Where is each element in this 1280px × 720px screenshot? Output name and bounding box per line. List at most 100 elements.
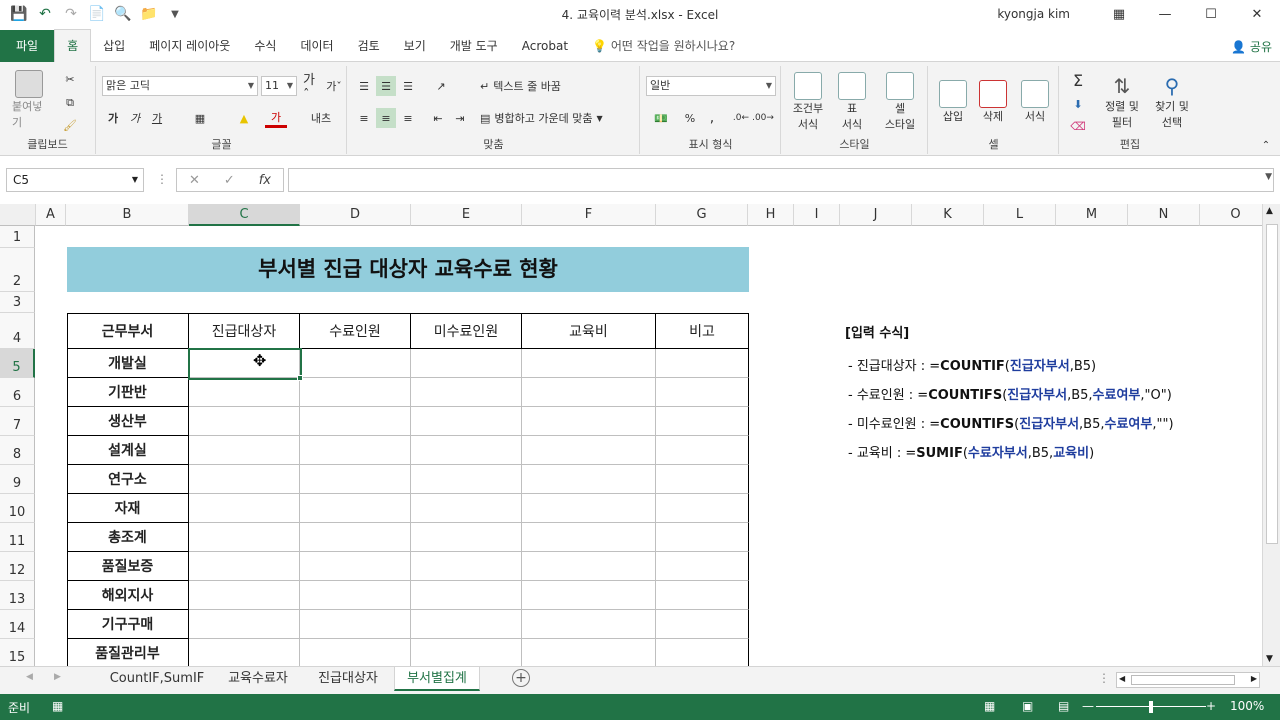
format-cells-button[interactable]: 서식 (1015, 70, 1055, 134)
table-cell[interactable] (411, 407, 522, 436)
row-header-7[interactable]: 7 (0, 407, 35, 436)
save-icon[interactable]: 💾 (8, 3, 30, 25)
align-middle-icon[interactable]: ☰ (376, 76, 396, 96)
next-sheet-icon[interactable]: ▶ (54, 672, 61, 682)
table-cell[interactable] (189, 523, 300, 552)
department-cell[interactable]: 해외지사 (67, 581, 189, 610)
table-cell[interactable] (300, 349, 411, 378)
department-cell[interactable]: 총조계 (67, 523, 189, 552)
row-header-14[interactable]: 14 (0, 610, 35, 639)
format-painter-icon[interactable]: 🖌 (60, 116, 80, 134)
column-header-f[interactable]: F (522, 204, 656, 226)
table-cell[interactable] (300, 407, 411, 436)
table-cell[interactable] (522, 610, 656, 639)
table-cell[interactable] (189, 465, 300, 494)
collapse-ribbon-icon[interactable]: ⌃ (1258, 138, 1274, 152)
table-cell[interactable] (300, 610, 411, 639)
align-top-icon[interactable]: ☰ (354, 76, 374, 96)
table-cell[interactable] (656, 465, 749, 494)
fill-handle[interactable] (297, 375, 303, 381)
align-left-icon[interactable]: ≡ (354, 108, 374, 128)
sheet-tab-dept-summary[interactable]: 부서별집계 (394, 667, 480, 691)
horizontal-scrollbar[interactable]: ◀ ▶ (1116, 672, 1260, 688)
tab-data[interactable]: 데이터 (288, 30, 345, 62)
row-header-15[interactable]: 15 (0, 639, 35, 666)
row-header-9[interactable]: 9 (0, 465, 35, 494)
clear-icon[interactable]: ⌫ (1066, 116, 1090, 136)
table-cell[interactable] (189, 639, 300, 666)
header-candidates[interactable]: 진급대상자 (189, 313, 300, 349)
table-cell[interactable] (411, 639, 522, 666)
fill-icon[interactable]: ⬇ (1066, 94, 1090, 114)
table-cell[interactable] (300, 523, 411, 552)
table-cell[interactable] (189, 378, 300, 407)
expand-formula-bar-icon[interactable]: ▼ (1265, 172, 1272, 182)
column-header-l[interactable]: L (984, 204, 1056, 226)
table-cell[interactable] (656, 407, 749, 436)
column-header-o[interactable]: O (1200, 204, 1262, 226)
macro-record-icon[interactable]: ▦ (52, 699, 63, 713)
decrease-indent-icon[interactable]: ⇤ (428, 108, 448, 128)
insert-cells-button[interactable]: 삽입 (933, 70, 973, 134)
table-cell[interactable] (411, 436, 522, 465)
table-cell[interactable] (300, 465, 411, 494)
scroll-left-icon[interactable]: ◀ (1119, 674, 1125, 683)
minimize-icon[interactable]: — (1142, 0, 1188, 28)
cut-icon[interactable]: ✂ (60, 70, 80, 88)
row-header-8[interactable]: 8 (0, 436, 35, 465)
vertical-scrollbar[interactable]: ▲ ▼ (1262, 204, 1280, 666)
font-color-icon[interactable]: 가 (265, 108, 287, 128)
normal-view-icon[interactable]: ▦ (984, 699, 995, 713)
format-as-table-button[interactable]: 표 서식 (832, 70, 872, 134)
select-all-corner[interactable] (0, 204, 36, 226)
column-header-n[interactable]: N (1128, 204, 1200, 226)
tab-review[interactable]: 검토 (346, 30, 392, 62)
zoom-out-icon[interactable]: — (1082, 699, 1094, 713)
table-cell[interactable] (522, 378, 656, 407)
number-format-select[interactable]: 일반 ▼ (646, 76, 776, 96)
decrease-decimal-icon[interactable]: .00→ (752, 108, 774, 128)
maximize-icon[interactable]: ☐ (1188, 0, 1234, 28)
table-cell[interactable] (522, 523, 656, 552)
table-cell[interactable] (189, 407, 300, 436)
department-cell[interactable]: 품질관리부 (67, 639, 189, 666)
find-select-button[interactable]: ⚲ 찾기 및 선택 (1148, 70, 1196, 134)
orientation-icon[interactable]: ↗ (428, 76, 454, 96)
italic-icon[interactable]: 가 (127, 108, 143, 128)
redo-icon[interactable]: ↷ (60, 3, 82, 25)
tab-developer[interactable]: 개발 도구 (438, 30, 510, 62)
table-cell[interactable] (522, 465, 656, 494)
header-remarks[interactable]: 비고 (656, 313, 749, 349)
percent-icon[interactable]: % (681, 108, 699, 128)
table-cell[interactable] (656, 581, 749, 610)
column-header-j[interactable]: J (840, 204, 912, 226)
worksheet-grid[interactable]: A B C D E F G H I J K L M N O 1 2 3 4 5 … (0, 204, 1262, 666)
table-cell[interactable] (411, 552, 522, 581)
sort-filter-button[interactable]: ⇅ 정렬 및 필터 (1098, 70, 1146, 134)
merge-center-button[interactable]: ▤ 병합하고 가운데 맞춤 ▼ (480, 108, 636, 128)
cancel-icon[interactable]: ✕ (189, 173, 200, 188)
table-cell[interactable] (411, 610, 522, 639)
open-folder-icon[interactable]: 📁 (138, 3, 160, 25)
align-right-icon[interactable]: ≡ (398, 108, 418, 128)
table-cell[interactable] (656, 552, 749, 581)
undo-icon[interactable]: ↶ (34, 3, 56, 25)
zoom-in-icon[interactable]: + (1206, 699, 1216, 713)
tab-view[interactable]: 보기 (392, 30, 438, 62)
department-cell[interactable]: 자재 (67, 494, 189, 523)
customize-qat-icon[interactable]: ▼ (164, 3, 186, 25)
page-break-view-icon[interactable]: ▤ (1058, 699, 1069, 713)
row-header-13[interactable]: 13 (0, 581, 35, 610)
increase-font-icon[interactable]: 가ˆ (303, 73, 321, 103)
table-cell[interactable] (189, 494, 300, 523)
vertical-scroll-thumb[interactable] (1266, 224, 1278, 544)
fill-color-icon[interactable]: ▲ (233, 108, 255, 128)
more-options-icon[interactable]: ⋮ (156, 172, 168, 186)
header-not-completed[interactable]: 미수료인원 (411, 313, 522, 349)
conditional-formatting-button[interactable]: 조건부 서식 (788, 70, 828, 134)
accounting-format-icon[interactable]: 💵 (649, 108, 673, 128)
formula-note-not-completed[interactable]: - 미수료인원 : =COUNTIFS(진급자부서,B5,수료여부,"") (848, 413, 1174, 432)
table-cell[interactable] (522, 407, 656, 436)
table-cell[interactable] (656, 523, 749, 552)
scroll-down-icon[interactable]: ▼ (1266, 654, 1273, 664)
